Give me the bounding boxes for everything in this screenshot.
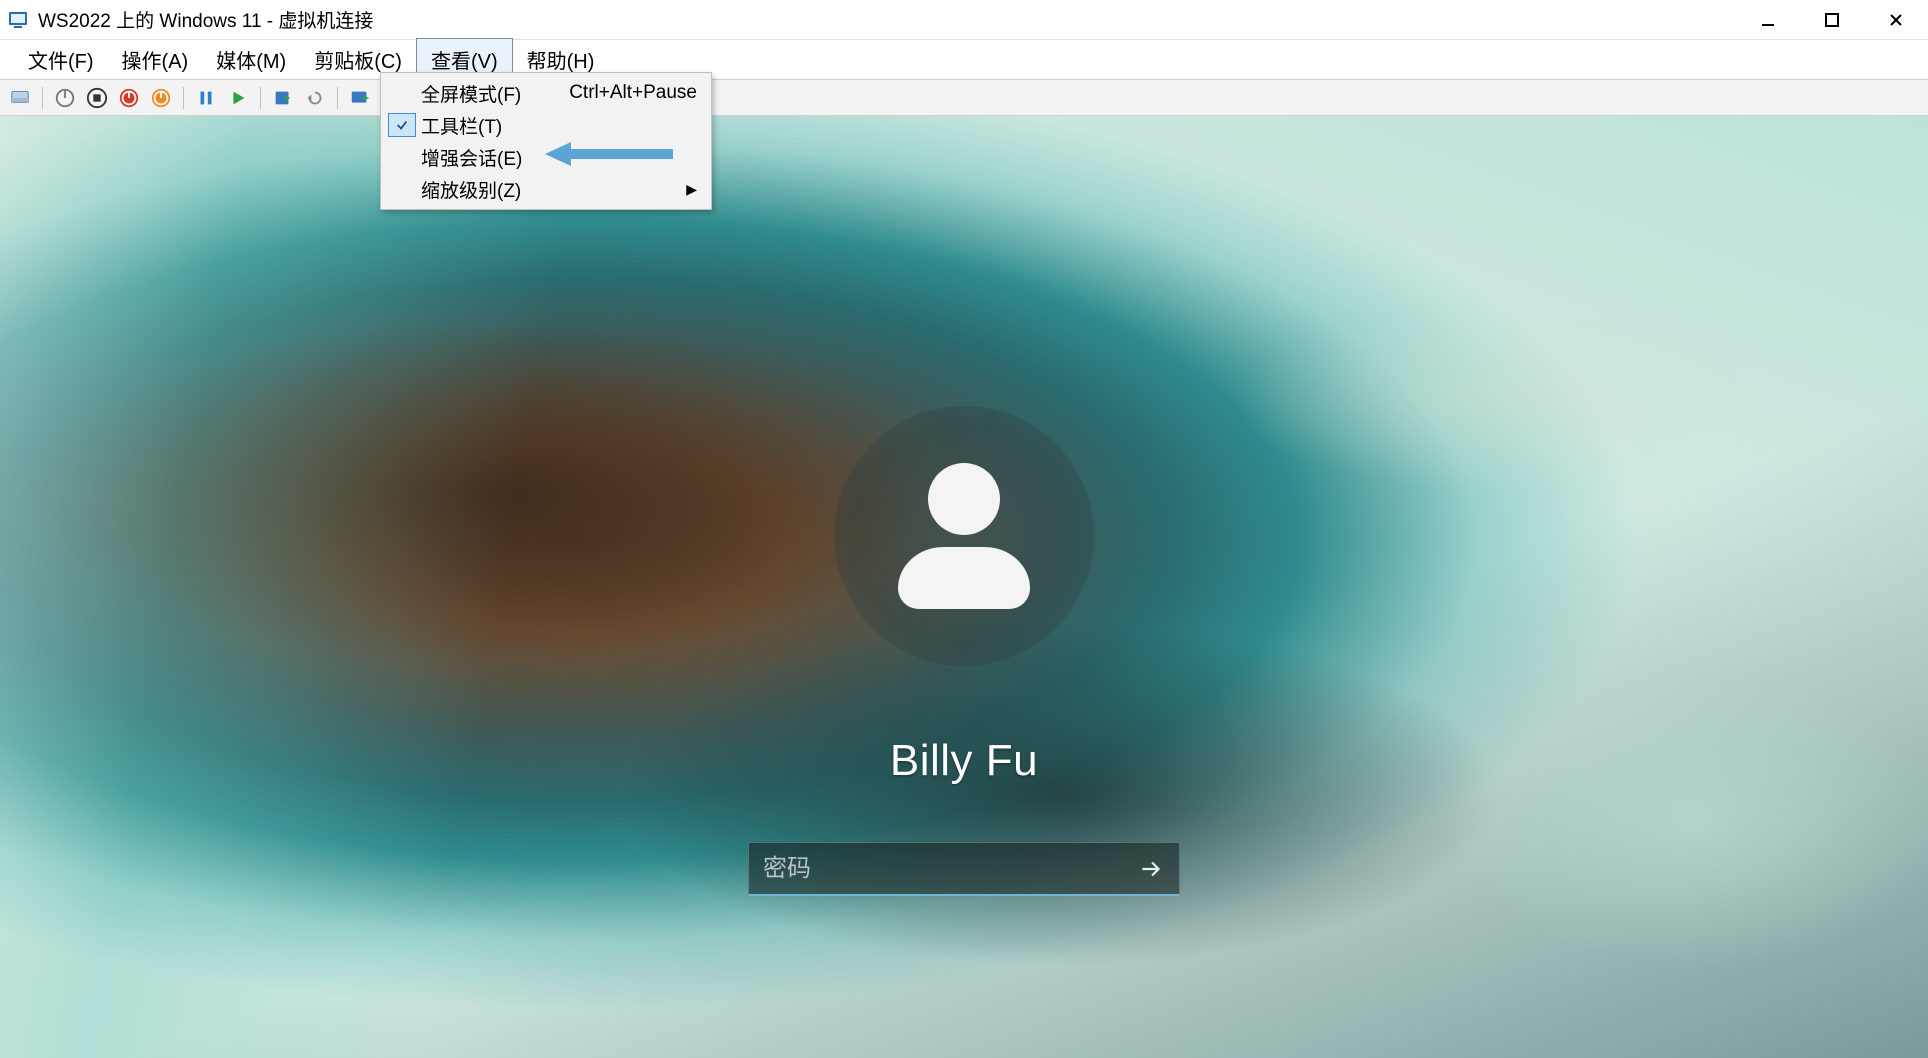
revert-icon[interactable] — [301, 84, 329, 112]
menu-item-label: 增强会话(E) — [421, 144, 522, 171]
play-icon[interactable] — [224, 84, 252, 112]
app-icon — [6, 8, 30, 32]
send-cad-icon[interactable] — [6, 84, 34, 112]
view-fullscreen-item[interactable]: 全屏模式(F) Ctrl+Alt+Pause — [383, 77, 709, 109]
toolbar-separator — [260, 87, 261, 109]
password-field-wrap — [748, 842, 1180, 896]
user-avatar-icon — [884, 456, 1044, 616]
guest-vm-desktop[interactable]: Billy Fu — [0, 116, 1928, 1058]
toolbar-separator — [183, 87, 184, 109]
annotation-arrow — [545, 140, 675, 173]
menu-check-empty — [383, 141, 421, 173]
menu-bar: 文件(F) 操作(A) 媒体(M) 剪贴板(C) 查看(V) 帮助(H) — [0, 40, 1928, 80]
window-maximize-button[interactable] — [1800, 0, 1864, 40]
check-icon — [388, 113, 416, 137]
menu-item-label: 工具栏(T) — [421, 112, 502, 139]
window-title: WS2022 上的 Windows 11 - 虚拟机连接 — [38, 6, 373, 33]
menu-check-empty — [383, 173, 421, 205]
reset-icon[interactable] — [147, 84, 175, 112]
password-input[interactable] — [763, 855, 1131, 883]
menu-item-label: 缩放级别(Z) — [421, 176, 521, 203]
login-panel: Billy Fu — [684, 406, 1244, 896]
checkpoint-icon[interactable] — [269, 84, 297, 112]
toolbar-separator — [337, 87, 338, 109]
view-zoom-item[interactable]: 缩放级别(Z) ▶ — [383, 173, 709, 205]
menu-media[interactable]: 媒体(M) — [202, 39, 300, 80]
menu-check-empty — [383, 77, 421, 109]
power-icon[interactable] — [51, 84, 79, 112]
menu-item-shortcut: Ctrl+Alt+Pause — [549, 82, 697, 104]
shutdown-icon[interactable] — [115, 84, 143, 112]
title-bar: WS2022 上的 Windows 11 - 虚拟机连接 — [0, 0, 1928, 40]
menu-action[interactable]: 操作(A) — [108, 39, 203, 80]
window-close-button[interactable] — [1864, 0, 1928, 40]
window-minimize-button[interactable] — [1736, 0, 1800, 40]
menu-item-label: 全屏模式(F) — [421, 80, 521, 107]
submenu-arrow-icon: ▶ — [686, 181, 697, 198]
login-username: Billy Fu — [890, 736, 1038, 786]
submit-login-button[interactable] — [1131, 849, 1171, 889]
pause-icon[interactable] — [192, 84, 220, 112]
enhanced-session-icon[interactable] — [346, 84, 374, 112]
stop-icon[interactable] — [83, 84, 111, 112]
menu-file[interactable]: 文件(F) — [14, 39, 108, 80]
toolbar — [0, 80, 1928, 116]
view-toolbar-item[interactable]: 工具栏(T) — [383, 109, 709, 141]
toolbar-separator — [42, 87, 43, 109]
avatar-background — [834, 406, 1094, 666]
